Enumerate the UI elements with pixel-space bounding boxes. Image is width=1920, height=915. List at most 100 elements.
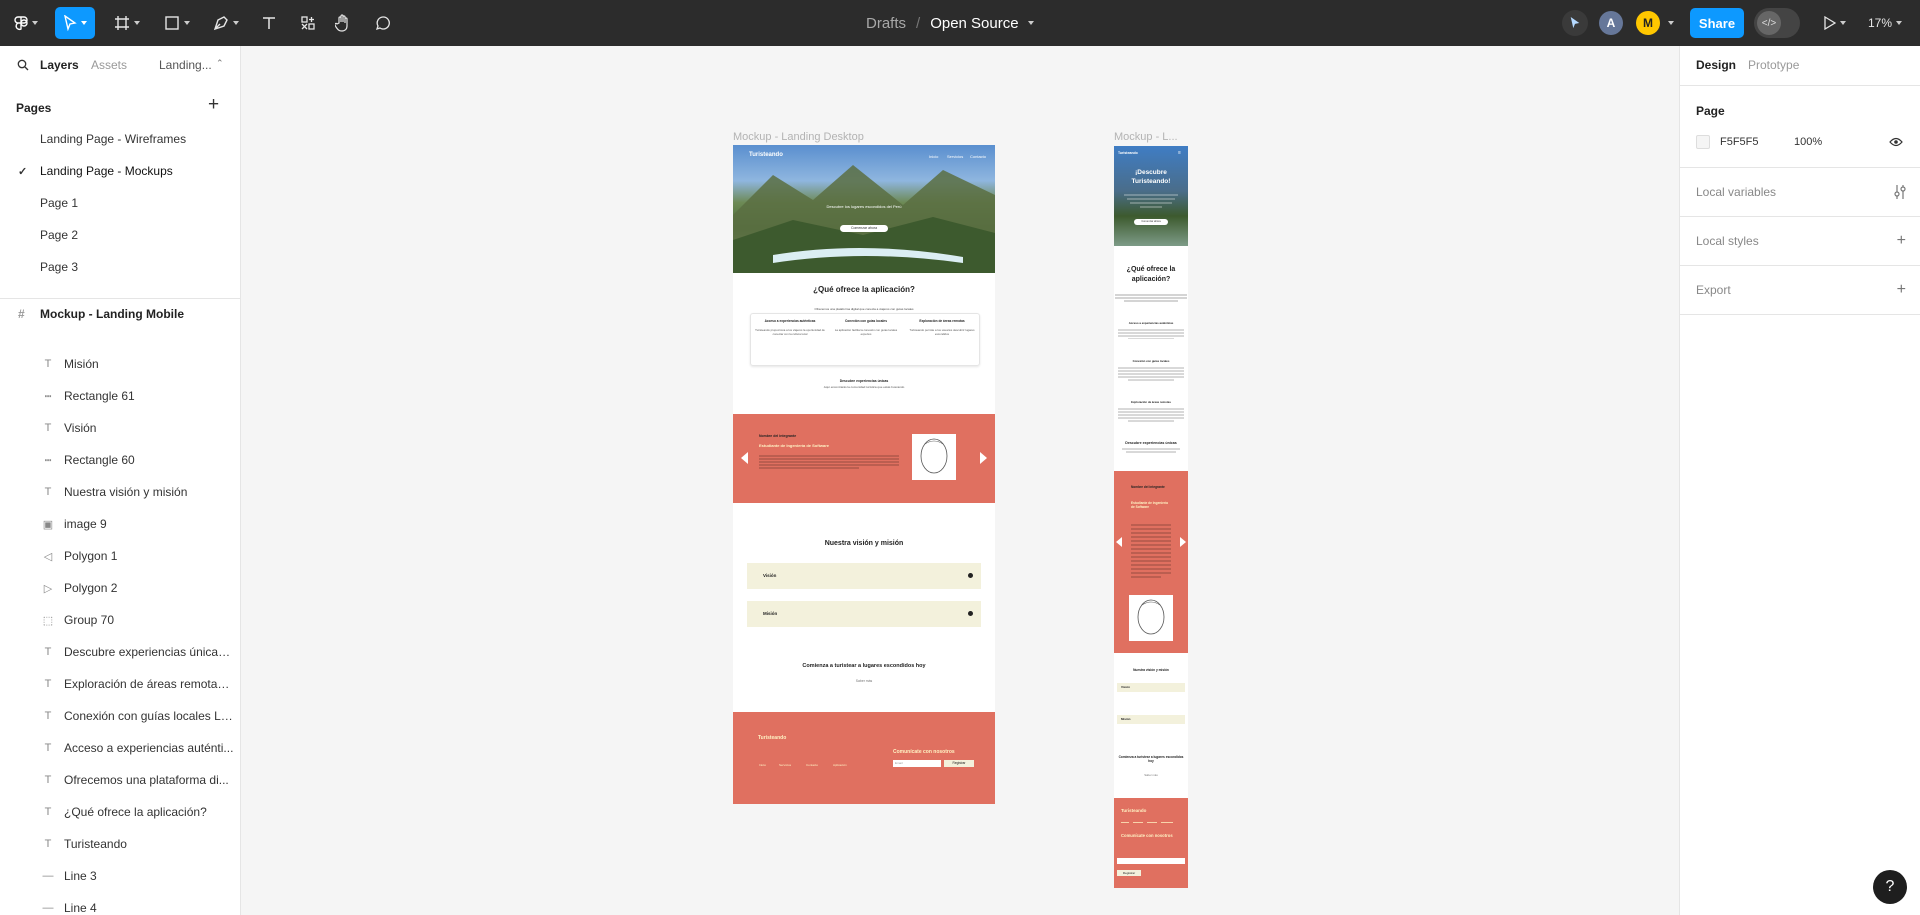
- footer: Turisteando Inicio Servicios Contacto Ap…: [733, 712, 995, 804]
- variables-icon[interactable]: [1894, 185, 1906, 199]
- page-item[interactable]: Page 1: [0, 187, 240, 219]
- tab-assets[interactable]: Assets: [91, 58, 127, 72]
- layer-row[interactable]: T Ofrecemos una plataforma di...: [0, 764, 240, 796]
- move-tool-button[interactable]: [55, 7, 95, 39]
- local-styles-label: Local styles: [1696, 234, 1759, 248]
- main-menu-button[interactable]: [10, 7, 42, 39]
- desktop-mockup-frame[interactable]: Turisteando Inicio Servicios Contacto De…: [733, 145, 995, 804]
- text-icon: T: [44, 646, 52, 658]
- search-icon[interactable]: [17, 59, 29, 71]
- resources-button[interactable]: [293, 7, 323, 39]
- layer-label: Group 70: [64, 613, 115, 627]
- mobile-feature-title: Exploración de áreas remotas: [1131, 400, 1171, 404]
- layer-row[interactable]: T Acceso a experiencias auténti...: [0, 732, 240, 764]
- observation-mode-button[interactable]: [1562, 10, 1588, 36]
- mobile-frame-label[interactable]: Mockup - L...: [1114, 131, 1178, 143]
- export-row[interactable]: Export +: [1680, 266, 1920, 315]
- page-switcher[interactable]: Landing...: [159, 58, 212, 72]
- layer-row[interactable]: ┅ Rectangle 60: [0, 444, 240, 476]
- layer-row[interactable]: ┅ Rectangle 61: [0, 380, 240, 412]
- text-icon: T: [44, 710, 52, 722]
- layer-row[interactable]: T Conexión con guías locales La...: [0, 700, 240, 732]
- layer-label: Conexión con guías locales La...: [64, 709, 234, 723]
- pen-tool-button[interactable]: [207, 7, 245, 39]
- local-variables-label: Local variables: [1696, 185, 1777, 199]
- page-item[interactable]: Page 3: [0, 251, 240, 283]
- page-item[interactable]: Page 2: [0, 219, 240, 251]
- comment-tool-button[interactable]: [368, 7, 398, 39]
- local-styles-row[interactable]: Local styles +: [1680, 217, 1920, 266]
- hero-brand: Turisteando: [749, 152, 783, 158]
- text-lines-icon: [1118, 329, 1184, 339]
- chevron-down-icon[interactable]: [1668, 21, 1674, 25]
- layer-label: ¿Qué ofrece la aplicación?: [64, 805, 207, 819]
- footer-link: Aplicación: [833, 763, 847, 767]
- local-variables-row[interactable]: Local variables: [1680, 168, 1920, 217]
- vision-label: Visión: [763, 573, 777, 578]
- page-item[interactable]: Landing Page - Wireframes: [0, 123, 240, 155]
- share-button[interactable]: Share: [1690, 8, 1744, 38]
- layer-row[interactable]: T Visión: [0, 412, 240, 444]
- present-button[interactable]: [1820, 7, 1850, 39]
- add-style-icon[interactable]: +: [1897, 232, 1906, 250]
- text-tool-button[interactable]: [254, 7, 284, 39]
- design-canvas[interactable]: Mockup - Landing Desktop Turisteando Ini…: [241, 46, 1679, 915]
- polygon-right-icon: [980, 452, 987, 464]
- layers-panel: Layers Assets Landing... ⌃ Pages + Landi…: [0, 46, 241, 915]
- page-item-selected[interactable]: ✓ Landing Page - Mockups: [0, 155, 240, 187]
- shape-tool-button[interactable]: [158, 7, 196, 39]
- layer-row[interactable]: T Nuestra visión y misión: [0, 476, 240, 508]
- chevron-down-icon[interactable]: [1027, 21, 1034, 25]
- layer-row[interactable]: T Exploración de áreas remotas ...: [0, 668, 240, 700]
- layer-row[interactable]: — Line 3: [0, 860, 240, 892]
- member-photo: [912, 434, 956, 480]
- layer-row[interactable]: ⬚ Group 70: [0, 604, 240, 636]
- layer-row[interactable]: ◁ Polygon 1: [0, 540, 240, 572]
- avatar[interactable]: M: [1636, 11, 1660, 35]
- tab-design[interactable]: Design: [1696, 58, 1736, 72]
- hand-tool-button[interactable]: [328, 7, 358, 39]
- text-icon: T: [44, 774, 52, 786]
- layer-row[interactable]: T Misión: [0, 348, 240, 380]
- layer-row[interactable]: T ¿Qué ofrece la aplicación?: [0, 796, 240, 828]
- page-color-value[interactable]: F5F5F5: [1720, 136, 1759, 148]
- zoom-menu[interactable]: 17%: [1863, 7, 1907, 39]
- drafts-link[interactable]: Drafts: [866, 15, 906, 32]
- page-color-swatch[interactable]: [1696, 135, 1710, 149]
- layer-row[interactable]: ▣ image 9: [0, 508, 240, 540]
- help-button[interactable]: ?: [1873, 870, 1907, 904]
- team-carousel: Nombre del integrante Estudiante de Inge…: [733, 414, 995, 503]
- layer-label: Rectangle 60: [64, 453, 135, 467]
- cta-title: Comienza a turistear a lugares escondido…: [802, 663, 926, 669]
- chevron-up-icon[interactable]: ⌃: [216, 58, 224, 69]
- mobile-unique-title: Descubre experiencias únicas: [1125, 441, 1177, 445]
- footer-link: Inicio: [759, 763, 767, 767]
- image-icon: ▣: [42, 518, 54, 531]
- file-name[interactable]: Open Source: [930, 15, 1018, 32]
- layer-row[interactable]: ▷ Polygon 2: [0, 572, 240, 604]
- tab-layers[interactable]: Layers: [40, 58, 79, 72]
- avatar[interactable]: A: [1599, 11, 1623, 35]
- add-export-icon[interactable]: +: [1897, 281, 1906, 299]
- mobile-mockup-frame[interactable]: Turisteando ≡ ¡Descubre Turisteando! Com…: [1114, 146, 1188, 888]
- dev-mode-toggle[interactable]: </>: [1754, 8, 1800, 38]
- desktop-frame-label[interactable]: Mockup - Landing Desktop: [733, 131, 864, 143]
- layer-row[interactable]: T Turisteando: [0, 828, 240, 860]
- layer-row[interactable]: — Line 4: [0, 892, 240, 915]
- text-lines-icon: [1131, 524, 1171, 578]
- vision-section-title: Nuestra visión y misión: [824, 540, 904, 547]
- mobile-brand: Turisteando: [1118, 151, 1138, 155]
- add-page-icon[interactable]: +: [208, 94, 219, 116]
- hero-nav-item: Inicio: [929, 154, 939, 159]
- layer-label: Turisteando: [64, 837, 127, 851]
- comment-icon: [375, 16, 390, 31]
- frame-tool-button[interactable]: [108, 7, 146, 39]
- avatar-initial: A: [1606, 16, 1616, 30]
- frame-layer-row[interactable]: # Mockup - Landing Mobile: [0, 298, 240, 330]
- pages-title: Pages: [16, 101, 52, 115]
- mobile-footer: Turisteando Comunícate con nosotros Regi…: [1114, 798, 1188, 888]
- eye-icon[interactable]: [1889, 137, 1903, 147]
- page-opacity-value[interactable]: 100%: [1794, 136, 1822, 148]
- layer-row[interactable]: T Descubre experiencias únicas...: [0, 636, 240, 668]
- tab-prototype[interactable]: Prototype: [1748, 58, 1799, 72]
